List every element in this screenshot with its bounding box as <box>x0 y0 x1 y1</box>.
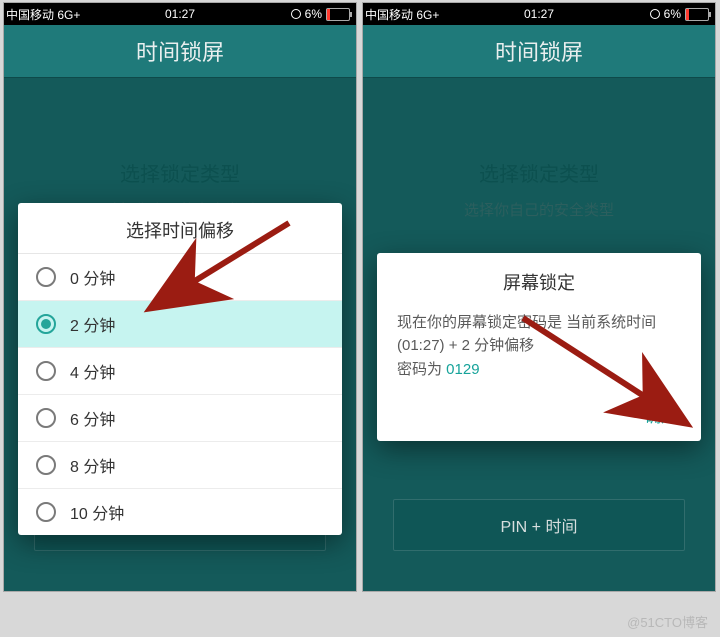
alert-title: 屏幕锁定 <box>397 269 681 295</box>
app-header: 时间锁屏 <box>363 25 715 78</box>
pin-time-button[interactable]: PIN + 时间 <box>393 499 685 551</box>
pin-time-button-label: PIN + 时间 <box>501 513 578 537</box>
radio-icon <box>36 361 56 381</box>
app-title: 时间锁屏 <box>495 35 583 67</box>
offset-option-6[interactable]: 6 分钟 <box>18 395 342 442</box>
radio-icon <box>36 267 56 287</box>
status-carrier: 中国移动 6G+ <box>6 6 80 23</box>
alert-body-pwd-code: 0129 <box>446 361 479 378</box>
radio-icon <box>36 502 56 522</box>
phone-right: 中国移动 6G+ 01:27 6% 时间锁屏 选择锁定类型 选择你自己的安全类型… <box>362 2 716 592</box>
offset-option-8[interactable]: 8 分钟 <box>18 442 342 489</box>
phone-left: 中国移动 6G+ 01:27 6% 时间锁屏 选择锁定类型 选择你自己的安全类型… <box>3 2 357 592</box>
dialog-title: 选择时间偏移 <box>18 203 342 254</box>
alert-confirm-label: 确定 <box>645 409 677 426</box>
radio-icon <box>36 408 56 428</box>
battery-icon <box>685 8 709 21</box>
offset-label: 6 分钟 <box>70 406 115 430</box>
offset-label: 4 分钟 <box>70 359 115 383</box>
offset-option-10[interactable]: 10 分钟 <box>18 489 342 535</box>
bg-title: 选择锁定类型 <box>363 158 715 187</box>
battery-icon <box>326 8 350 21</box>
offset-label: 2 分钟 <box>70 312 115 336</box>
time-offset-dialog: 选择时间偏移 0 分钟 2 分钟 4 分钟 6 分钟 8 分钟 <box>18 203 342 535</box>
radio-icon <box>36 455 56 475</box>
battery-ring-icon <box>650 9 660 19</box>
bg-title: 选择锁定类型 <box>4 158 356 187</box>
offset-label: 8 分钟 <box>70 453 115 477</box>
status-bar: 中国移动 6G+ 01:27 6% <box>4 3 356 25</box>
status-time: 01:27 <box>524 7 554 21</box>
status-time: 01:27 <box>165 7 195 21</box>
offset-option-2[interactable]: 2 分钟 <box>18 301 342 348</box>
app-title: 时间锁屏 <box>136 35 224 67</box>
offset-label: 0 分钟 <box>70 265 115 289</box>
offset-option-4[interactable]: 4 分钟 <box>18 348 342 395</box>
watermark: @51CTO博客 <box>627 612 708 631</box>
offset-option-0[interactable]: 0 分钟 <box>18 254 342 301</box>
screen-lock-dialog: 屏幕锁定 现在你的屏幕锁定密码是 当前系统时间 (01:27) + 2 分钟偏移… <box>377 253 701 441</box>
bg-subtitle: 选择你自己的安全类型 <box>363 199 715 220</box>
status-bar: 中国移动 6G+ 01:27 6% <box>363 3 715 25</box>
alert-body-text: 现在你的屏幕锁定密码是 当前系统时间 (01:27) + 2 分钟偏移 <box>397 314 656 354</box>
battery-ring-icon <box>291 9 301 19</box>
status-carrier: 中国移动 6G+ <box>365 6 439 23</box>
status-battery-text: 6% <box>664 7 681 21</box>
app-header: 时间锁屏 <box>4 25 356 78</box>
alert-body: 现在你的屏幕锁定密码是 当前系统时间 (01:27) + 2 分钟偏移 密码为 … <box>397 311 681 381</box>
background-content: 选择锁定类型 选择你自己的安全类型 <box>363 158 715 220</box>
alert-confirm-button[interactable]: 确定 <box>397 403 681 427</box>
radio-icon <box>36 314 56 334</box>
offset-label: 10 分钟 <box>70 500 124 524</box>
alert-body-pwd-label: 密码为 <box>397 361 446 378</box>
status-battery-text: 6% <box>305 7 322 21</box>
